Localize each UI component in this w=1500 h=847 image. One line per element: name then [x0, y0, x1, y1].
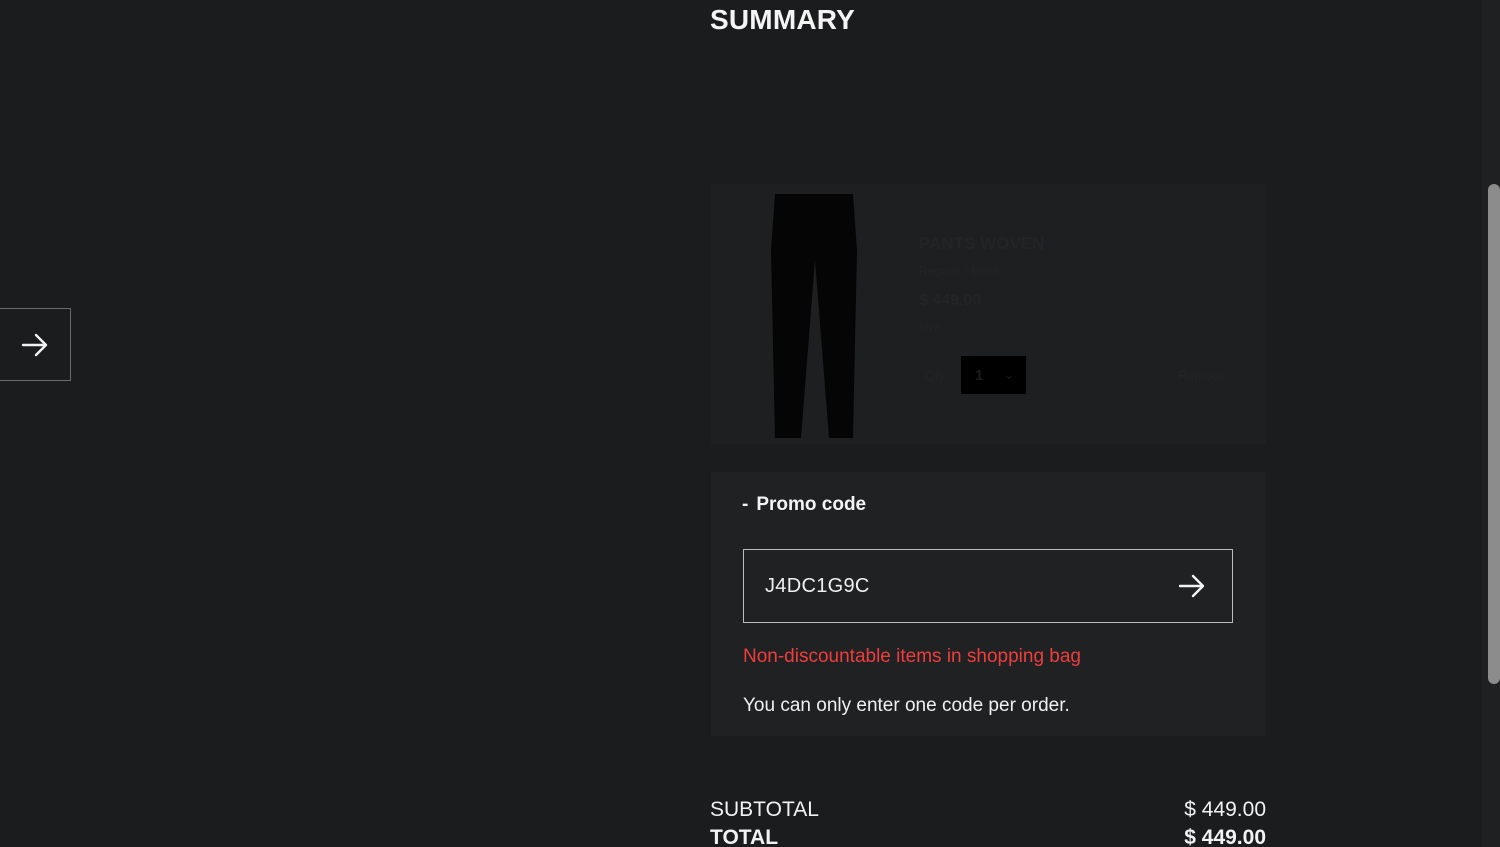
promo-panel: - Promo code Non-discountable items in s…: [711, 472, 1266, 736]
scrollbar-thumb[interactable]: [1488, 184, 1500, 684]
chevron-down-icon: ⌄: [1003, 368, 1014, 382]
quantity-value: 1: [975, 366, 984, 384]
total-label: TOTAL: [710, 826, 779, 847]
quantity-label: Qty: [925, 367, 946, 383]
promo-toggle-label: Promo code: [756, 494, 867, 515]
promo-toggle[interactable]: - Promo code: [742, 494, 866, 516]
arrow-right-icon: [21, 333, 47, 356]
summary-title: SUMMARY: [710, 4, 856, 35]
subtotal-value: $ 449.00: [1184, 798, 1266, 821]
promo-note: You can only enter one code per order.: [743, 695, 1070, 716]
promo-error-message: Non-discountable items in shopping bag: [743, 646, 1081, 667]
total-value: $ 449.00: [1184, 826, 1266, 847]
promo-code-input[interactable]: [744, 549, 1152, 623]
product-name[interactable]: PANTS WOVEN: [919, 234, 1044, 254]
arrow-right-icon: [1178, 574, 1205, 598]
product-variant: Regular / Black: [919, 264, 1001, 278]
product-card: PANTS WOVEN Regular / Black $ 449.00 Siz…: [711, 184, 1266, 444]
collapse-icon: -: [742, 494, 749, 515]
remove-item-link[interactable]: Remove: [1178, 368, 1226, 383]
promo-field: [743, 549, 1233, 623]
quantity-select[interactable]: 1 ⌄: [961, 356, 1026, 394]
product-price: $ 449.00: [919, 292, 982, 309]
quantity-row: Qty 1 ⌄: [925, 356, 1026, 394]
product-size: Size: [919, 322, 941, 334]
subtotal-label: SUBTOTAL: [710, 798, 819, 821]
checkout-page: SUMMARY PANTS WOVEN Regular / Black $ 44…: [0, 0, 1500, 847]
pants-image: [771, 194, 857, 438]
promo-submit-button[interactable]: [1152, 550, 1232, 622]
subtotal-row: SUBTOTAL $ 449.00: [710, 798, 1266, 826]
side-next-button[interactable]: [0, 308, 71, 381]
product-info: PANTS WOVEN Regular / Black $ 449.00 Siz…: [919, 234, 1044, 334]
order-totals: SUBTOTAL $ 449.00 TOTAL $ 449.00: [710, 798, 1266, 847]
total-row: TOTAL $ 449.00: [710, 826, 1266, 847]
